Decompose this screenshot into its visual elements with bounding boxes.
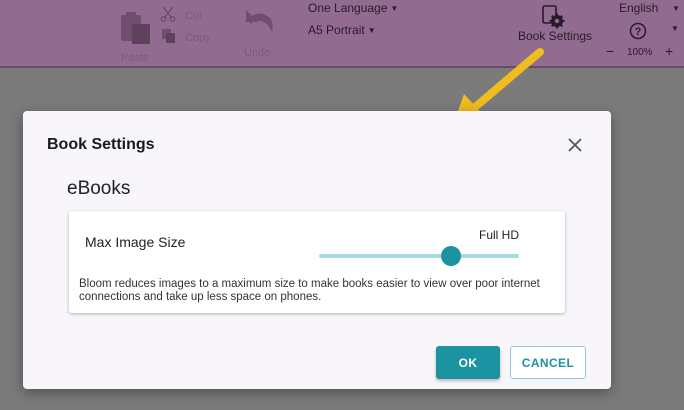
slider-value-label: Full HD (479, 228, 520, 242)
undo-icon[interactable] (240, 4, 276, 36)
svg-text:?: ? (635, 26, 642, 38)
dialog-title: Book Settings (47, 136, 155, 153)
undo-label[interactable]: Undo (244, 47, 270, 59)
chevron-down-icon[interactable]: ▼ (672, 4, 680, 13)
cut-icon[interactable] (160, 6, 176, 22)
setting-card: Max Image Size Full HD Bloom reduces ima… (69, 211, 565, 313)
close-icon[interactable] (567, 137, 583, 153)
language-select[interactable]: One Language ▼ (308, 1, 398, 15)
zoom-out-button[interactable]: − (606, 43, 614, 59)
section-title: eBooks (67, 178, 131, 199)
book-settings-icon[interactable] (540, 4, 566, 30)
setting-label: Max Image Size (85, 234, 186, 250)
cut-label[interactable]: Cut (185, 10, 202, 22)
zoom-in-button[interactable]: + (665, 43, 673, 59)
chevron-down-icon: ▼ (367, 26, 376, 35)
chevron-down-icon: ▼ (390, 4, 399, 13)
copy-icon[interactable] (160, 28, 176, 44)
zoom-value: 100% (627, 47, 653, 58)
language-select-label: One Language (308, 1, 388, 15)
book-settings-dialog: Book Settings eBooks Max Image Size Full… (23, 111, 611, 389)
help-icon[interactable]: ? (629, 22, 647, 40)
paste-icon[interactable] (118, 10, 152, 46)
chevron-down-icon[interactable]: ▼ (671, 24, 679, 33)
toolbar: Paste Cut Copy Undo One Language ▼ A5 Por… (0, 0, 684, 68)
copy-label[interactable]: Copy (185, 32, 211, 44)
ok-button[interactable]: OK (436, 346, 500, 379)
paste-label[interactable]: Paste (121, 52, 149, 64)
max-image-size-slider[interactable] (319, 246, 519, 266)
cancel-button[interactable]: CANCEL (510, 346, 586, 379)
setting-description: Bloom reduces images to a maximum size t… (79, 278, 540, 303)
page-size-select[interactable]: A5 Portrait ▼ (308, 23, 376, 37)
ui-language-select[interactable]: English (619, 1, 658, 15)
page-size-select-label: A5 Portrait (308, 23, 365, 37)
slider-thumb[interactable] (441, 246, 461, 266)
